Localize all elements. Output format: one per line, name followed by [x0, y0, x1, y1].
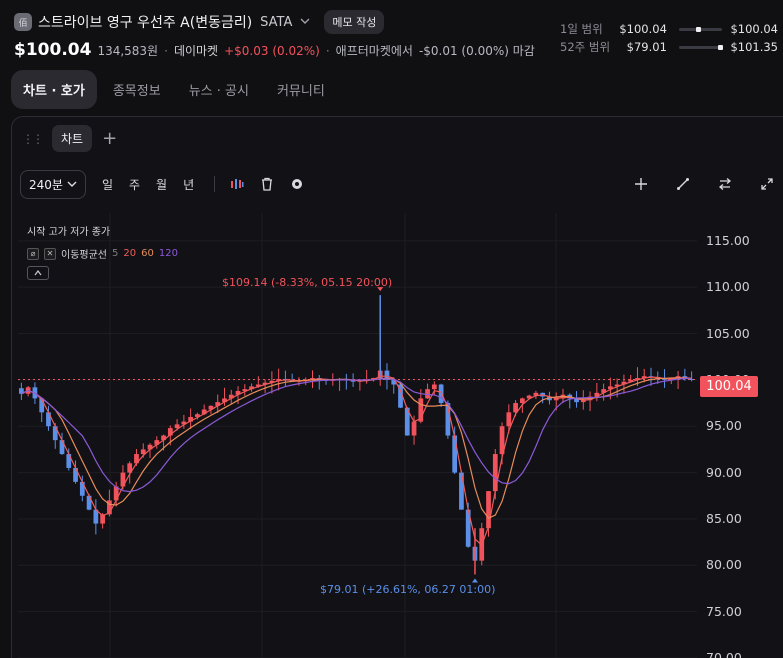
y-tick-label: 115.00 — [706, 232, 750, 248]
y-tick-label: 75.00 — [706, 603, 742, 619]
ma-5: 5 — [112, 248, 119, 259]
low-annotation: $79.01 (+26.61%, 06.27 01:00) — [320, 583, 496, 596]
candle-body — [431, 384, 437, 390]
candle-body — [459, 472, 464, 510]
close-icon[interactable]: ✕ — [44, 247, 56, 260]
y-tick-label: 80.00 — [706, 557, 742, 573]
y-tick-label: 90.00 — [706, 464, 742, 480]
low-marker — [471, 578, 478, 583]
ma-60: 60 — [141, 248, 154, 259]
price-chart[interactable] — [0, 0, 783, 658]
ma-label: 이동평균선 — [61, 250, 107, 261]
candle-body — [506, 412, 512, 427]
high-annotation: $109.14 (-8.33%, 05.15 20:00) — [222, 276, 393, 289]
ma20-line — [21, 375, 692, 547]
candle-body — [486, 491, 491, 529]
candle-body — [73, 467, 78, 482]
ma-120: 120 — [158, 248, 178, 259]
last-price-tag: 100.04 — [700, 376, 758, 397]
candle-body — [411, 421, 417, 436]
y-tick-label: 95.00 — [706, 418, 742, 434]
candle-body — [79, 481, 85, 496]
candle-body — [452, 435, 458, 473]
eye-off-icon[interactable]: ⌀ — [27, 247, 39, 260]
y-tick-label: 85.00 — [706, 510, 742, 526]
y-tick-label: 105.00 — [706, 325, 750, 341]
ma-20: 20 — [123, 248, 137, 259]
y-tick-label: 110.00 — [706, 279, 750, 295]
ma60-line — [21, 377, 692, 519]
ohlc-legend: 시작 고가 저가 종가 — [27, 227, 111, 238]
collapse-legend-button[interactable] — [27, 266, 49, 280]
candle-body — [438, 384, 444, 404]
ma-legend: ⌀ ✕ 이동평균선 5 20 60 120 — [27, 246, 178, 261]
y-tick-label: 70.00 — [706, 650, 742, 658]
candle-body — [519, 398, 525, 404]
